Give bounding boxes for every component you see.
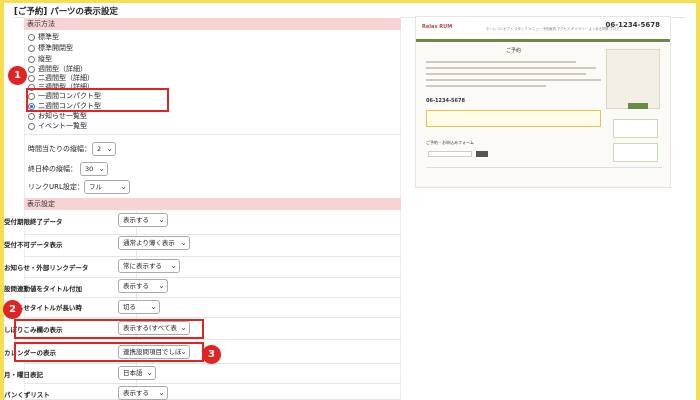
table-row [24, 235, 401, 257]
chevron-down-icon: ⌄ [150, 302, 157, 311]
radio-icon[interactable] [28, 33, 35, 41]
link-url-row: リンクURL設定： [28, 180, 84, 194]
month-weekday-select[interactable]: 日本語 ⌄ [118, 366, 156, 380]
preview-text-line [426, 67, 596, 69]
row-label-question-title: 設問連動値をタイトル付加 [4, 285, 82, 293]
step-badge-1: 1 [8, 66, 27, 85]
row-label-month-weekday: 月・曜日表記 [4, 371, 43, 379]
radio-label: 標準開閉型 [38, 44, 73, 52]
select-value: フル [89, 183, 102, 191]
preview-form-button [476, 151, 488, 157]
long-title-select[interactable]: 切る ⌄ [118, 300, 160, 314]
preview-side-banner [613, 143, 658, 162]
radio-icon[interactable] [28, 44, 35, 52]
chevron-down-icon: ⌄ [158, 215, 165, 224]
highlight-box-3 [14, 342, 204, 362]
row-label-breadcrumb: パンくずリスト [4, 391, 50, 399]
highlight-box-1 [26, 88, 169, 112]
divider [24, 134, 401, 135]
section-display-settings: 表示設定 [24, 198, 401, 210]
breadcrumb-select[interactable]: 表示する ⌄ [118, 386, 168, 400]
row-label-news-link: お知らせ・外部リンクデータ [4, 264, 89, 272]
radio-vertical[interactable]: 縦型 [28, 54, 52, 64]
select-value: 常に表示する [123, 262, 162, 270]
frame-left-border [0, 0, 4, 400]
chevron-down-icon: ⌄ [158, 388, 165, 397]
preview-form-input [428, 151, 472, 157]
preview-phone: 06-1234-5678 [605, 21, 660, 29]
allday-height-row: 終日枠の縦幅： [28, 162, 77, 176]
expired-data-select[interactable]: 表示する ⌄ [118, 213, 168, 227]
preview-text-line [426, 79, 601, 81]
preview-subnav-bar [416, 39, 670, 42]
preview-footer-line [426, 167, 662, 168]
chevron-down-icon: ⌄ [106, 144, 113, 153]
hour-height-select[interactable]: 2 ⌄ [92, 142, 116, 156]
select-value: 表示する [123, 389, 149, 397]
table-row [24, 384, 401, 400]
row-label-unavailable: 受付不可データ表示 [4, 241, 63, 249]
radio-label: 標準型 [38, 33, 59, 41]
preview-form-title: ご予約・お申込みフォーム [426, 140, 474, 145]
radio-icon[interactable] [28, 122, 35, 130]
preview-phone-inline: 06-1234-5678 [426, 98, 465, 104]
radio-news-list[interactable]: お知らせ一覧型 [28, 111, 87, 121]
select-value: 日本語 [123, 369, 143, 377]
preview-text-line [426, 73, 586, 75]
radio-event-list[interactable]: イベント一覧型 [28, 121, 87, 131]
radio-standard-toggle[interactable]: 標準開閉型 [28, 43, 73, 53]
allday-height-select[interactable]: 30 ⌄ [80, 162, 108, 176]
frame-right-border [696, 0, 700, 400]
radio-label: 縦型 [38, 55, 52, 63]
preview-notice-box [426, 110, 601, 127]
chevron-down-icon: ⌄ [146, 368, 153, 377]
radio-icon[interactable] [28, 55, 35, 63]
chevron-down-icon: ⌄ [170, 261, 177, 270]
radio-icon[interactable] [28, 65, 35, 73]
chevron-down-icon: ⌄ [158, 281, 165, 290]
select-value: 切る [123, 303, 136, 311]
preview-nav: ホーム コンセプト スタッフ メニュー 予約案内 アクセス ギャラリー よくある… [486, 27, 620, 31]
preview-text-line [426, 61, 576, 63]
preview-sidebar-card [606, 49, 660, 109]
preview-thumbnail: Relax RUM ホーム コンセプト スタッフ メニュー 予約案内 アクセス … [415, 16, 671, 188]
link-url-label: リンクURL設定： [28, 183, 84, 191]
chevron-down-icon: ⌄ [120, 182, 127, 191]
step-badge-3: 3 [202, 345, 221, 364]
select-value: 表示する [123, 282, 149, 290]
preview-reserve-button [628, 103, 648, 109]
hour-height-row: 時間当たりの縦幅： [28, 142, 91, 156]
step-badge-2: 2 [3, 300, 22, 319]
page-title: [ご予約] パーツの表示設定 [14, 7, 119, 17]
highlight-box-2 [14, 319, 204, 339]
radio-label: イベント一覧型 [38, 122, 87, 130]
table-row [24, 364, 401, 384]
select-value: 表示する [123, 216, 149, 224]
frame-top-border [0, 0, 700, 3]
chevron-down-icon: ⌄ [98, 164, 105, 173]
link-url-select[interactable]: フル ⌄ [84, 180, 130, 194]
radio-label: お知らせ一覧型 [38, 112, 87, 120]
hour-height-label: 時間当たりの縦幅： [28, 145, 91, 153]
news-link-select[interactable]: 常に表示する ⌄ [118, 259, 180, 273]
section-display-method: 表示方法 [24, 18, 401, 30]
unavailable-data-select[interactable]: 通常より薄く表示 ⌄ [118, 236, 190, 250]
question-title-select[interactable]: 表示する ⌄ [118, 279, 168, 293]
preview-page-title: ご予約 [506, 48, 522, 54]
chevron-down-icon: ⌄ [180, 238, 187, 247]
radio-standard[interactable]: 標準型 [28, 32, 59, 42]
preview-side-banner [613, 119, 658, 138]
allday-height-label: 終日枠の縦幅： [28, 165, 77, 173]
select-value: 通常より薄く表示 [123, 239, 175, 247]
radio-icon[interactable] [28, 112, 35, 120]
row-label-expired: 受付期限終了データ [4, 218, 63, 226]
preview-logo: Relax RUM [422, 24, 453, 30]
radio-icon[interactable] [28, 74, 35, 82]
select-value: 30 [85, 165, 94, 173]
preview-text-line [426, 85, 546, 87]
select-value: 2 [97, 145, 102, 153]
table-row [24, 211, 401, 235]
